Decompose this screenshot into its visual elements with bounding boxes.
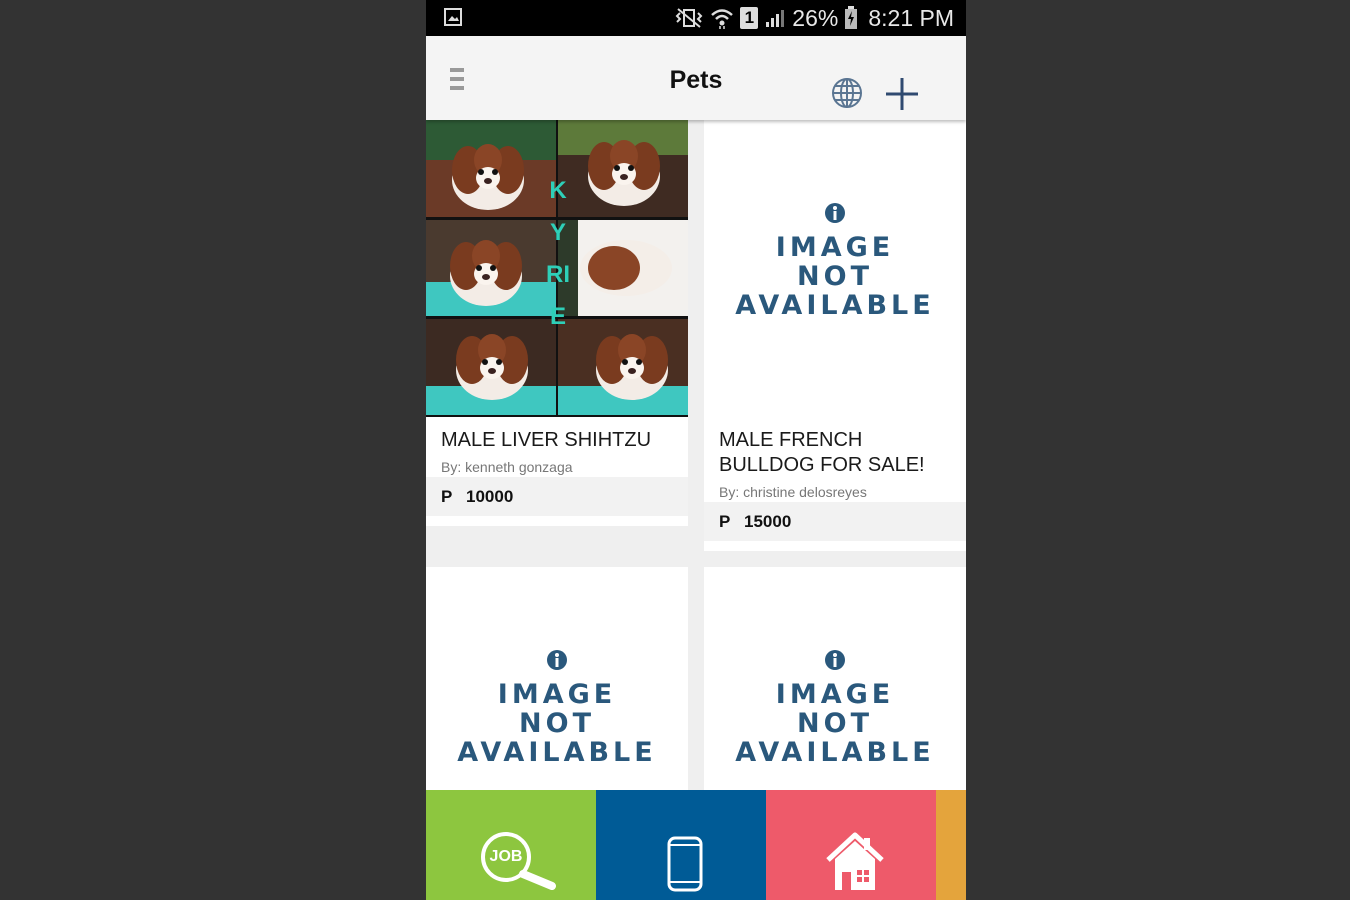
battery-charging-icon [844, 6, 858, 30]
placeholder-info-icon [546, 649, 568, 676]
job-search-icon: JOB [478, 830, 558, 895]
placeholder-info-icon [824, 649, 846, 676]
listing-card[interactable]: KYRIE MALE LIVER SHIHTZU By: kenneth gon… [426, 120, 688, 526]
app-bar: Pets [426, 36, 966, 120]
more-category-tab[interactable] [936, 790, 966, 900]
status-bar: 1 26% 8:21 PM [426, 0, 966, 36]
listing-author: By: christine delosreyes [719, 484, 867, 500]
listing-title: MALE FRENCH BULLDOG FOR SALE! [719, 429, 925, 476]
listing-card[interactable]: IMAGE NOT AVAILABLE MALE FRENCH BULLDOG … [704, 120, 966, 551]
clock: 8:21 PM [868, 4, 954, 31]
placeholder-line: IMAGE [497, 679, 617, 710]
globe-icon[interactable] [830, 76, 864, 110]
photo-watermark-text: KYRIE [546, 177, 570, 330]
plus-icon[interactable] [884, 76, 920, 112]
currency-symbol: P [719, 512, 731, 531]
placeholder-line: NOT [797, 708, 873, 739]
placeholder-line: NOT [797, 261, 873, 292]
sim-card-icon: 1 [740, 7, 759, 29]
placeholder-line: IMAGE [775, 679, 895, 710]
listing-author: By: kenneth gonzaga [441, 459, 573, 475]
category-bar: JOB [426, 790, 966, 900]
signal-strength-icon [764, 7, 786, 29]
phone-screen: 1 26% 8:21 PM Pets KYRIE MALE LIVER SHIH… [426, 0, 966, 900]
placeholder-line: AVAILABLE [735, 290, 935, 321]
listing-card[interactable]: IMAGE NOT AVAILABLE [704, 567, 966, 790]
placeholder-info-icon [824, 202, 846, 229]
house-icon [826, 832, 884, 897]
vibrate-mute-icon [674, 7, 704, 29]
price-value: 10000 [466, 487, 514, 506]
image-not-available-placeholder[interactable]: IMAGE NOT AVAILABLE [704, 120, 966, 417]
listing-price: P 15000 [704, 502, 966, 541]
job-label: JOB [489, 848, 523, 865]
listing-photo[interactable]: KYRIE [426, 120, 688, 417]
real-estate-category-button[interactable] [766, 790, 936, 900]
placeholder-line: AVAILABLE [457, 737, 657, 768]
placeholder-line: AVAILABLE [735, 737, 935, 768]
gallery-notification-icon [444, 8, 462, 26]
listing-card[interactable]: IMAGE NOT AVAILABLE [426, 567, 688, 790]
listing-price: P 10000 [426, 477, 688, 516]
gadgets-category-button[interactable] [596, 790, 766, 900]
battery-percent: 26% [792, 4, 839, 31]
wifi-icon [710, 6, 734, 30]
price-value: 15000 [744, 512, 792, 531]
currency-symbol: P [441, 487, 453, 506]
hamburger-menu-icon[interactable] [448, 66, 468, 92]
jobs-category-button[interactable]: JOB [426, 790, 596, 900]
mobile-phone-icon [666, 836, 704, 897]
listing-title: MALE LIVER SHIHTZU [441, 429, 652, 451]
placeholder-line: NOT [519, 708, 595, 739]
placeholder-line: IMAGE [775, 232, 895, 263]
